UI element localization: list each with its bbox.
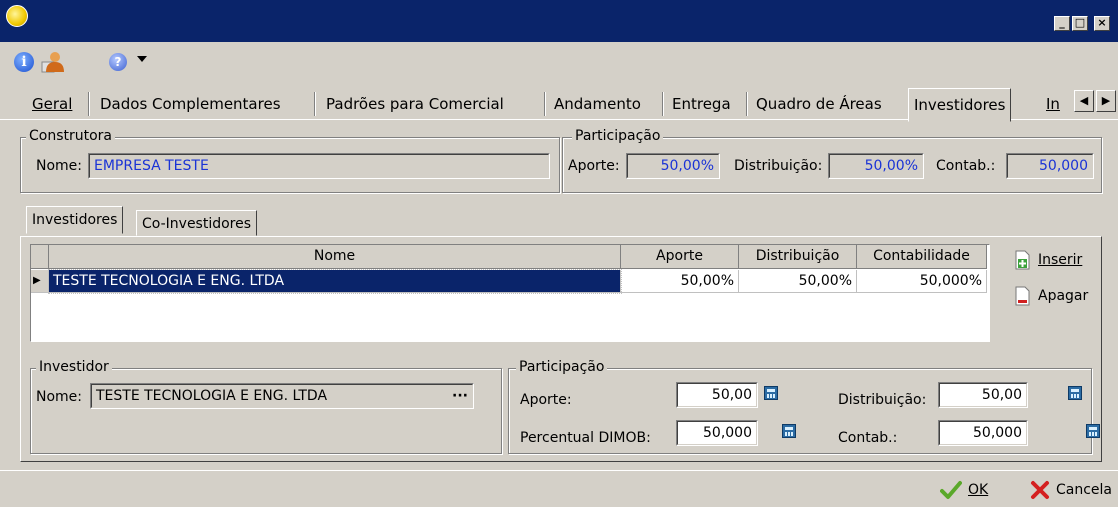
distribuicao-bottom-label: Distribuição: — [838, 392, 927, 408]
dimob-label: Percentual DIMOB: — [520, 430, 651, 446]
row-indicator-icon: ▶ — [31, 270, 49, 293]
aporte-top-field[interactable]: 50,00% — [626, 153, 720, 179]
tab-quadro-areas[interactable]: Quadro de Áreas — [752, 90, 886, 120]
construtora-nome-field[interactable]: EMPRESA TESTE — [88, 153, 550, 179]
inner-tab-investidores[interactable]: Investidores — [26, 206, 124, 234]
checkmark-icon — [940, 481, 962, 499]
tab-separator — [88, 92, 90, 116]
contab-bottom-value: 50,000 — [939, 421, 1027, 445]
help-icon[interactable]: ? — [109, 53, 127, 71]
distribuicao-bottom-value: 50,00 — [939, 383, 1027, 407]
inner-tab-co-investidores[interactable]: Co-Investidores — [136, 210, 258, 236]
calculator-icon[interactable] — [1086, 424, 1101, 438]
calculator-icon[interactable] — [1068, 386, 1083, 400]
close-button[interactable]: × — [1094, 16, 1110, 31]
distribuicao-bottom-field[interactable]: 50,00 — [938, 382, 1028, 408]
cell-contabilidade[interactable]: 50,000% — [857, 270, 987, 293]
close-icon — [1031, 481, 1049, 499]
distribuicao-top-field[interactable]: 50,00% — [828, 153, 924, 179]
aporte-top-label: Aporte: — [568, 158, 620, 174]
distribuicao-top-value: 50,00% — [829, 154, 923, 178]
info-icon[interactable]: i — [14, 52, 34, 72]
tab-andamento[interactable]: Andamento — [550, 90, 645, 120]
distribuicao-top-label: Distribuição: — [734, 158, 823, 174]
cancel-label: Cancela — [1056, 482, 1113, 498]
contab-top-label: Contab.: — [936, 158, 996, 174]
tab-scroll-left-button[interactable]: ◀ — [1074, 90, 1094, 112]
investidor-nome-value: TESTE TECNOLOGIA E ENG. LTDA — [96, 388, 328, 404]
aporte-bottom-value: 50,00 — [677, 383, 757, 407]
cell-distribuicao[interactable]: 50,00% — [739, 270, 857, 293]
grid-header-nome[interactable]: Nome — [49, 245, 621, 269]
cell-aporte[interactable]: 50,00% — [621, 270, 739, 293]
tab-in[interactable]: In — [1042, 90, 1064, 120]
contab-bottom-label: Contab.: — [838, 430, 898, 446]
construtora-nome-value: EMPRESA TESTE — [89, 154, 549, 178]
add-document-icon — [1015, 250, 1030, 270]
aporte-bottom-field[interactable]: 50,00 — [676, 382, 758, 408]
aporte-top-value: 50,00% — [627, 154, 719, 178]
investidor-legend: Investidor — [36, 359, 112, 375]
participacao-bottom-legend: Participação — [516, 359, 608, 375]
tab-dados-complementares[interactable]: Dados Complementares — [96, 90, 285, 120]
dimob-field[interactable]: 50,000 — [676, 420, 758, 446]
cell-nome[interactable]: TESTE TECNOLOGIA E ENG. LTDA — [48, 269, 622, 294]
minimize-button[interactable]: _ — [1054, 16, 1070, 31]
inserir-button[interactable]: Inserir — [1014, 250, 1082, 270]
tab-padroes-comercial[interactable]: Padrões para Comercial — [322, 90, 508, 120]
app-icon — [6, 5, 28, 27]
investidor-nome-field[interactable]: TESTE TECNOLOGIA E ENG. LTDA ··· — [90, 383, 474, 409]
chevron-down-icon[interactable] — [137, 56, 147, 62]
investidores-grid[interactable]: Nome Aporte Distribuição Contabilidade ▶… — [30, 244, 990, 342]
tab-entrega[interactable]: Entrega — [668, 90, 735, 120]
construtora-legend: Construtora — [26, 128, 116, 144]
aporte-bottom-label: Aporte: — [520, 392, 572, 408]
contab-top-field[interactable]: 50,000 — [1006, 153, 1094, 179]
tab-separator — [544, 92, 546, 116]
dimob-value: 50,000 — [677, 421, 757, 445]
ok-button[interactable]: OK — [940, 480, 988, 500]
apagar-button[interactable]: Apagar — [1014, 286, 1088, 306]
ok-label: OK — [968, 482, 989, 498]
contab-top-value: 50,000 — [1007, 154, 1093, 178]
grid-header-aporte[interactable]: Aporte — [621, 245, 739, 269]
inserir-label: Inserir — [1038, 252, 1083, 268]
grid-header-distribuicao[interactable]: Distribuição — [739, 245, 857, 269]
calculator-icon[interactable] — [782, 424, 797, 438]
investidor-group — [30, 368, 502, 454]
tab-strip: Geral Dados Complementares Padrões para … — [12, 88, 1112, 122]
tab-investidores[interactable]: Investidores — [908, 88, 1012, 122]
calculator-icon[interactable] — [764, 386, 778, 400]
user-icon[interactable] — [40, 50, 64, 74]
cancel-button[interactable]: Cancela — [1030, 480, 1112, 500]
delete-document-icon — [1015, 286, 1030, 306]
contab-bottom-field[interactable]: 50,000 — [938, 420, 1028, 446]
tab-separator — [746, 92, 748, 116]
title-bar — [0, 0, 1118, 42]
grid-indicator-header — [31, 245, 49, 269]
tab-separator — [314, 92, 316, 116]
investidor-nome-label: Nome: — [36, 389, 83, 405]
tab-geral[interactable]: Geral — [28, 90, 76, 120]
apagar-label: Apagar — [1038, 288, 1089, 304]
maximize-button[interactable]: □ — [1072, 16, 1088, 31]
ellipsis-button[interactable]: ··· — [452, 388, 468, 404]
toolbar — [0, 42, 1118, 82]
construtora-nome-label: Nome: — [36, 158, 83, 174]
tab-separator — [662, 92, 664, 116]
grid-header-contabilidade[interactable]: Contabilidade — [857, 245, 987, 269]
participacao-top-legend: Participação — [572, 128, 664, 144]
tab-scroll-right-button[interactable]: ▶ — [1096, 90, 1116, 112]
